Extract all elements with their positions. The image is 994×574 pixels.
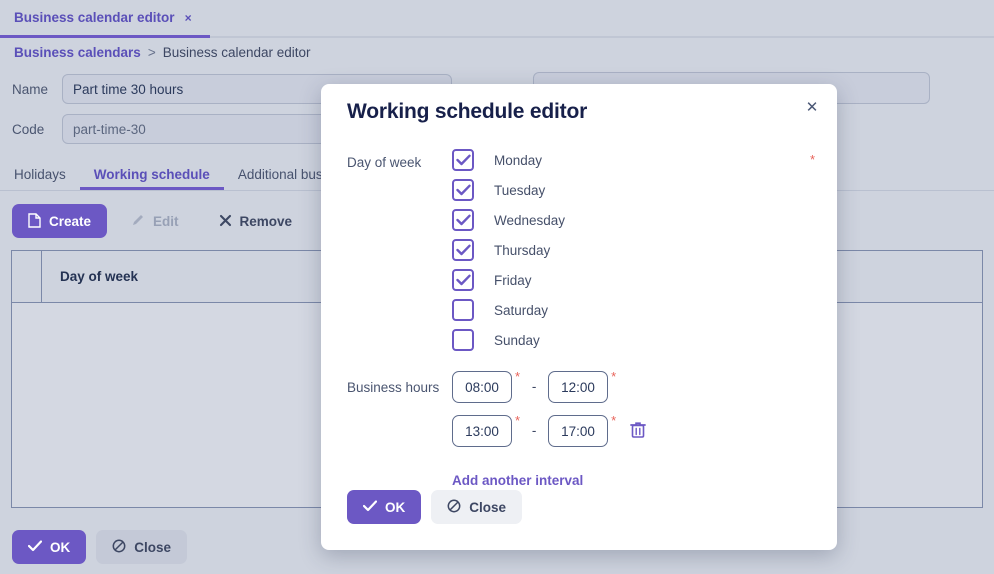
checkbox-monday[interactable]: Monday [452, 149, 565, 171]
block-icon [447, 499, 461, 515]
business-hours-section: Business hours 08:00 * - 12:00 * 13:00 *… [321, 369, 837, 488]
checkbox-friday-label: Friday [494, 272, 532, 288]
checkbox-monday-label: Monday [494, 152, 543, 168]
checkbox-thursday[interactable]: Thursday [452, 239, 565, 261]
checkbox-wednesday[interactable]: Wednesday [452, 209, 565, 231]
interval-2-to-input[interactable]: 17:00 [548, 415, 609, 447]
business-hours-intervals: 08:00 * - 12:00 * 13:00 * - 17:00 * Add … [452, 369, 647, 488]
interval-row-1: 08:00 * - 12:00 * [452, 369, 646, 403]
checkbox-wednesday-box[interactable] [452, 209, 474, 231]
checkbox-friday[interactable]: Friday [452, 269, 565, 291]
app-root: Business calendar editor × Business cale… [0, 0, 994, 574]
checkbox-monday-box[interactable] [452, 149, 474, 171]
checkbox-saturday-box[interactable] [452, 299, 474, 321]
checkbox-tuesday-label: Tuesday [494, 182, 546, 198]
checkbox-sunday-box[interactable] [452, 329, 474, 351]
add-another-interval-link[interactable]: Add another interval [452, 473, 646, 488]
interval-row-2: 13:00 * - 17:00 * [452, 413, 647, 447]
interval-2-to-required: * [611, 413, 617, 428]
checkbox-tuesday[interactable]: Tuesday [452, 179, 565, 201]
modal-footer-actions: OK Close [347, 490, 523, 524]
checkbox-saturday[interactable]: Saturday [452, 299, 565, 321]
interval-1-from-wrap: 08:00 * [452, 369, 520, 403]
modal-ok-button[interactable]: OK [347, 490, 422, 524]
day-of-week-section: Day of week Monday Tuesday Wednesday Thu… [321, 146, 837, 351]
modal-overlay: ✕ Working schedule editor Day of week Mo… [0, 0, 994, 574]
interval-2-to-wrap: 17:00 * [548, 413, 617, 447]
day-of-week-label: Day of week [347, 155, 422, 170]
interval-2-from-wrap: 13:00 * [452, 413, 520, 447]
checkbox-thursday-label: Thursday [494, 242, 551, 258]
modal-ok-label: OK [385, 499, 406, 515]
checkbox-wednesday-label: Wednesday [494, 212, 566, 228]
modal-title: Working schedule editor [347, 100, 588, 123]
modal-close-button[interactable]: Close [431, 490, 523, 524]
checkbox-thursday-box[interactable] [452, 239, 474, 261]
checkbox-tuesday-box[interactable] [452, 179, 474, 201]
interval-1-to-wrap: 12:00 * [548, 369, 617, 403]
checkbox-saturday-label: Saturday [494, 302, 549, 318]
modal-close-label: Close [469, 499, 507, 515]
day-of-week-required-marker: * [809, 152, 815, 167]
business-hours-label: Business hours [347, 380, 440, 395]
interval-1-to-input[interactable]: 12:00 [548, 371, 609, 403]
modal-body: Day of week Monday Tuesday Wednesday Thu… [321, 146, 837, 488]
interval-1-from-input[interactable]: 08:00 [452, 371, 512, 403]
checkbox-sunday-label: Sunday [494, 332, 540, 348]
modal-close-icon[interactable]: ✕ [799, 94, 825, 120]
day-of-week-checkbox-list: Monday Tuesday Wednesday Thursday Friday… [452, 146, 565, 351]
interval-1-to-required: * [611, 369, 617, 384]
check-icon [362, 500, 378, 514]
trash-icon[interactable] [630, 421, 647, 442]
working-schedule-editor-modal: ✕ Working schedule editor Day of week Mo… [321, 84, 837, 550]
checkbox-sunday[interactable]: Sunday [452, 329, 565, 351]
interval-2-from-input[interactable]: 13:00 [452, 415, 512, 447]
checkbox-friday-box[interactable] [452, 269, 474, 291]
interval-2-dash: - [531, 423, 537, 438]
interval-1-dash: - [531, 379, 537, 394]
